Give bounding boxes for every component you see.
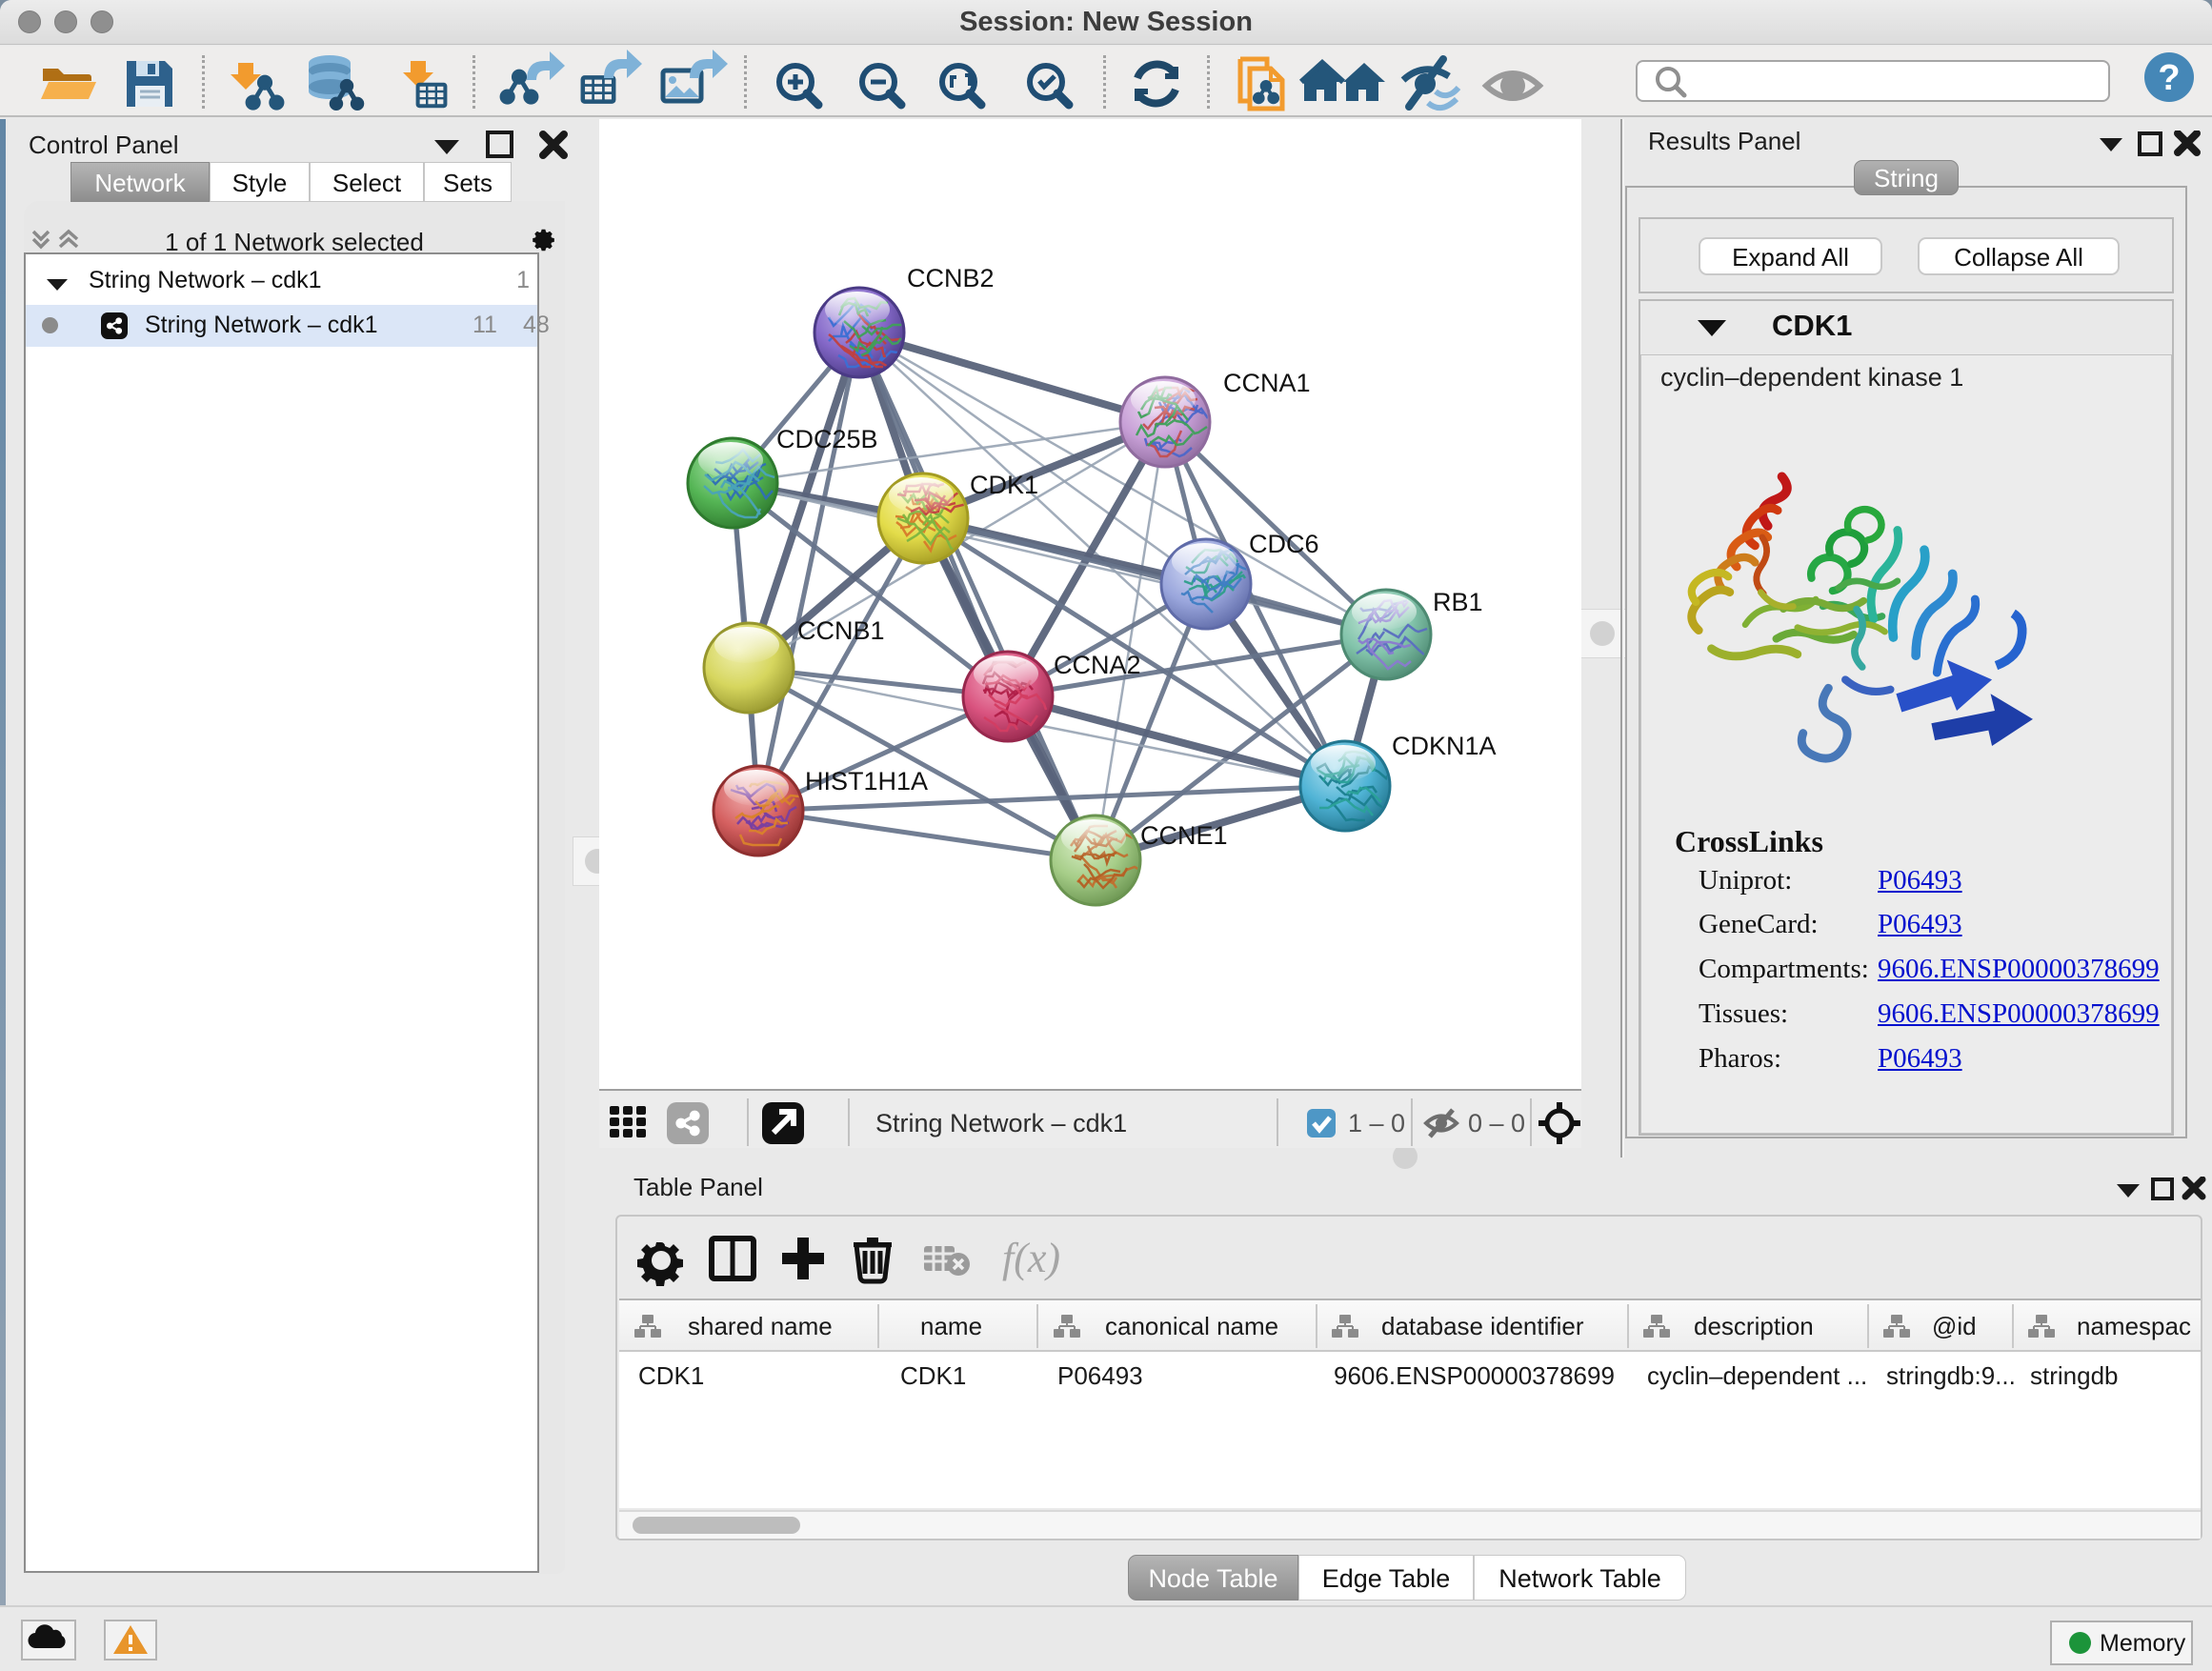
svg-text:CDK1: CDK1 xyxy=(970,471,1038,499)
svg-text:String Network – cdk1: String Network – cdk1 xyxy=(875,1109,1127,1137)
svg-text:CCNE1: CCNE1 xyxy=(1140,821,1228,850)
svg-text:?: ? xyxy=(2158,58,2180,98)
svg-text:CCNA1: CCNA1 xyxy=(1223,369,1311,397)
svg-text:shared name: shared name xyxy=(688,1312,833,1340)
svg-text:RB1: RB1 xyxy=(1433,588,1483,616)
svg-text:1 – 0: 1 – 0 xyxy=(1348,1109,1405,1137)
svg-text:CCNA2: CCNA2 xyxy=(1054,651,1141,679)
svg-text:CDC6: CDC6 xyxy=(1249,530,1319,558)
svg-text:canonical name: canonical name xyxy=(1105,1312,1278,1340)
svg-text:0 – 0: 0 – 0 xyxy=(1468,1109,1525,1137)
svg-text:database identifier: database identifier xyxy=(1381,1312,1584,1340)
svg-text:CDKN1A: CDKN1A xyxy=(1392,732,1497,760)
svg-text:HIST1H1A: HIST1H1A xyxy=(805,767,928,795)
svg-text:CCNB1: CCNB1 xyxy=(797,616,885,645)
svg-text:namespac: namespac xyxy=(2077,1312,2191,1340)
svg-text:CDC25B: CDC25B xyxy=(776,425,878,453)
svg-text:name: name xyxy=(920,1312,982,1340)
svg-text:f(x): f(x) xyxy=(1002,1235,1060,1281)
svg-text:@id: @id xyxy=(1932,1312,1977,1340)
svg-text:CCNB2: CCNB2 xyxy=(907,264,995,292)
svg-text:description: description xyxy=(1694,1312,1814,1340)
